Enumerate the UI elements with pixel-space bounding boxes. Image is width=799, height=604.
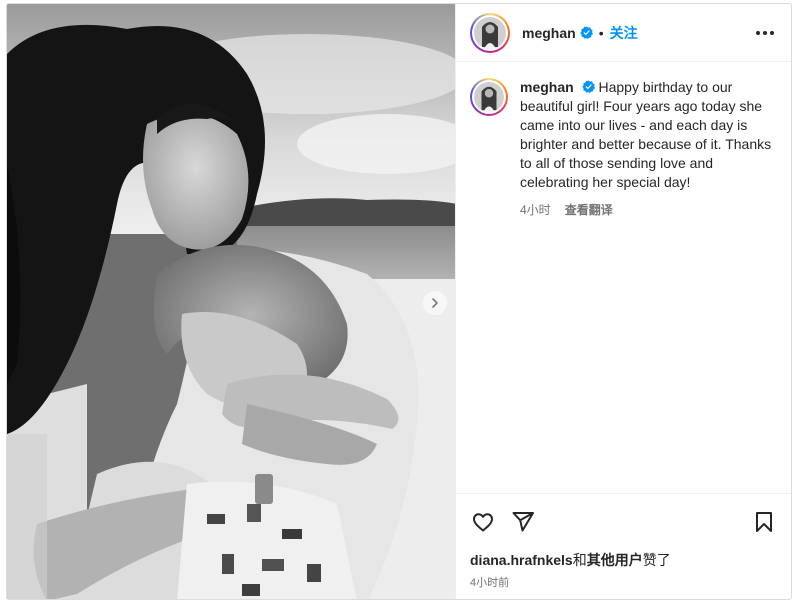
comments-section: meghan Happy birthday to our beautiful g… xyxy=(456,62,791,493)
other-likers-link[interactable]: 其他用户 xyxy=(587,552,643,568)
post-actions: diana.hrafnkels和其他用户赞了 4小时前 xyxy=(456,493,791,599)
like-button[interactable] xyxy=(470,509,496,535)
next-slide-button[interactable] xyxy=(423,291,447,315)
save-button[interactable] xyxy=(751,509,777,535)
post-header: meghan • 关注 xyxy=(456,4,791,62)
post-photo[interactable] xyxy=(7,4,455,599)
chevron-right-icon xyxy=(432,298,438,308)
photo-image xyxy=(7,4,455,599)
avatar[interactable] xyxy=(470,12,510,53)
separator-dot: • xyxy=(598,24,604,41)
post-card: meghan • 关注 meghan Happy birthday to our… xyxy=(6,3,792,600)
liker-username[interactable]: diana.hrafnkels xyxy=(470,552,573,568)
see-translation-button[interactable]: 查看翻译 xyxy=(565,201,613,218)
share-button[interactable] xyxy=(510,509,536,535)
caption-text: Happy birthday to our beautiful girl! Fo… xyxy=(520,79,772,190)
heart-icon xyxy=(473,513,493,532)
post-side-panel: meghan • 关注 meghan Happy birthday to our… xyxy=(455,4,791,599)
likes-suffix: 赞了 xyxy=(642,552,671,568)
likes-summary: diana.hrafnkels和其他用户赞了 xyxy=(470,550,777,570)
more-options-icon xyxy=(756,30,774,35)
avatar-image xyxy=(474,16,506,49)
paper-plane-icon xyxy=(512,512,534,532)
follow-button[interactable]: 关注 xyxy=(610,23,638,43)
username-link[interactable]: meghan xyxy=(522,25,576,41)
avatar-image xyxy=(474,82,504,112)
more-options-button[interactable] xyxy=(753,21,777,45)
bookmark-icon xyxy=(756,512,772,532)
verified-badge-icon xyxy=(581,80,595,93)
caption-time: 4小时 xyxy=(520,203,551,217)
likes-connector: 和 xyxy=(572,552,587,568)
caption: meghan Happy birthday to our beautiful g… xyxy=(470,78,777,218)
verified-badge-icon xyxy=(580,26,593,39)
caption-username[interactable]: meghan xyxy=(520,79,574,95)
post-timestamp[interactable]: 4小时前 xyxy=(470,574,777,590)
caption-avatar[interactable] xyxy=(470,78,508,116)
